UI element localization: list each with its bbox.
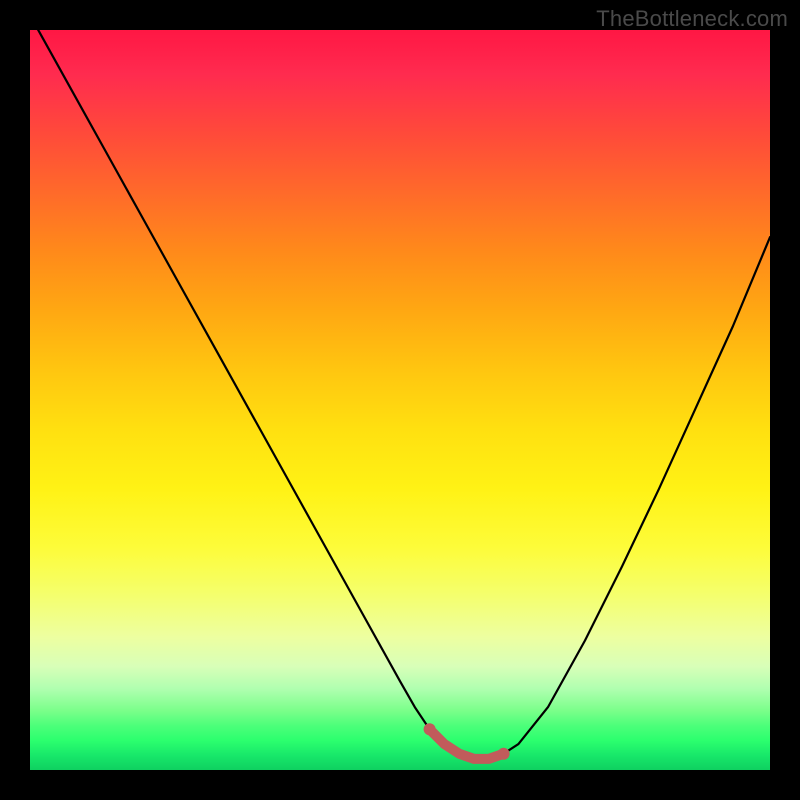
curve-svg [30,30,770,770]
bottleneck-curve-highlight [430,729,504,759]
chart-frame: TheBottleneck.com [0,0,800,800]
plot-area [30,30,770,770]
curve-layer [30,15,770,760]
bottleneck-curve [30,15,770,759]
highlight-endpoint [498,748,510,760]
highlight-endpoint [424,723,436,735]
watermark-text: TheBottleneck.com [596,6,788,32]
